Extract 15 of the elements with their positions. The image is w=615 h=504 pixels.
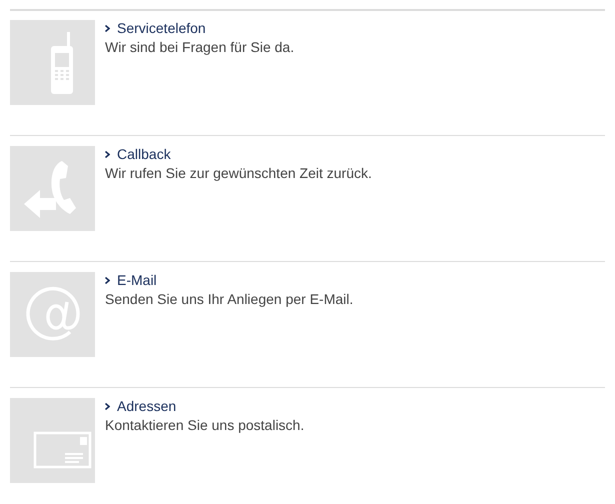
chevron-icon <box>105 151 110 158</box>
contact-link[interactable]: Callback <box>105 146 171 163</box>
chevron-icon <box>105 277 110 284</box>
mobile-phone-icon <box>10 20 95 105</box>
contact-description: Wir rufen Sie zur gewünschten Zeit zurück. <box>105 164 372 182</box>
contact-link[interactable]: Adressen <box>105 398 176 415</box>
contact-description: Kontaktieren Sie uns postalisch. <box>105 416 304 434</box>
contact-description: Senden Sie uns Ihr Anliegen per E-Mail. <box>105 290 354 308</box>
contact-description: Wir sind bei Fragen für Sie da. <box>105 38 294 56</box>
contact-link[interactable]: E-Mail <box>105 272 157 289</box>
envelope-icon <box>10 398 95 483</box>
contact-link[interactable]: Servicetelefon <box>105 20 206 37</box>
chevron-icon <box>105 25 110 32</box>
chevron-icon <box>105 403 110 410</box>
at-sign-icon <box>10 272 95 357</box>
